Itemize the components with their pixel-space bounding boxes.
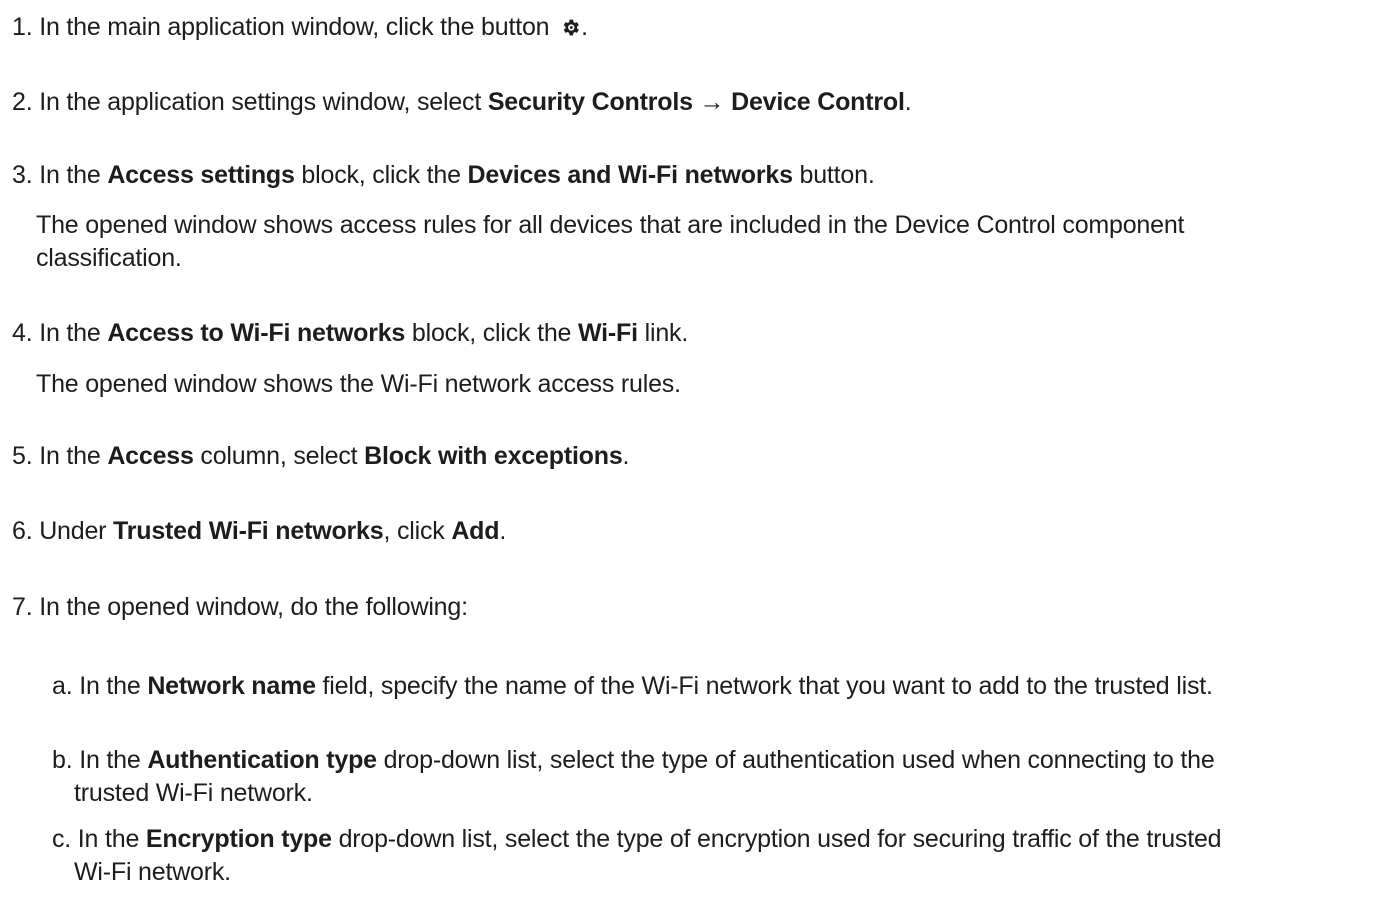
substep-text: In the xyxy=(79,672,148,700)
step-text: In the xyxy=(39,161,108,189)
substep-a: a. In the Network name field, specify th… xyxy=(52,669,1213,703)
step-text-end: . xyxy=(581,13,588,41)
substep-text: drop-down list, select the type of encry… xyxy=(331,825,1222,853)
substep-text: trusted Wi-Fi network. xyxy=(74,779,313,807)
step-text-end: link. xyxy=(637,319,689,347)
step-text: block, click the xyxy=(294,161,468,189)
step-2: 2. In the application settings window, s… xyxy=(12,85,912,119)
substep-b: b. In the Authentication type drop-down … xyxy=(52,743,1215,777)
step-text: , click xyxy=(383,517,452,545)
step-text-end: button. xyxy=(792,161,875,189)
note-text: The opened window shows the Wi-Fi networ… xyxy=(36,370,681,398)
step-text: column, select xyxy=(193,442,365,470)
substep-text: In the xyxy=(79,746,148,774)
substep-text: field, specify the name of the Wi-Fi net… xyxy=(315,672,1213,700)
step-4-note: The opened window shows the Wi-Fi networ… xyxy=(36,367,681,401)
block-name: Access to Wi-Fi networks xyxy=(107,319,406,347)
option-name: Block with exceptions xyxy=(364,442,623,470)
section-name: Trusted Wi-Fi networks xyxy=(113,517,384,545)
substep-c-cont: Wi-Fi network. xyxy=(74,855,231,889)
field-name: Authentication type xyxy=(147,746,377,774)
column-name: Access xyxy=(107,442,194,470)
step-text: In the application settings window, sele… xyxy=(39,88,488,116)
step-3-note-cont: classification. xyxy=(36,241,182,275)
step-text: block, click the xyxy=(405,319,578,347)
substep-text: Wi-Fi network. xyxy=(74,858,231,886)
substep-letter: a. xyxy=(52,672,73,700)
substep-letter: b. xyxy=(52,746,73,774)
substep-text: drop-down list, select the type of authe… xyxy=(376,746,1215,774)
note-text: classification. xyxy=(36,244,182,272)
step-number: 2. xyxy=(12,88,33,116)
step-5: 5. In the Access column, select Block wi… xyxy=(12,439,629,473)
menu-path: Security Controls → Device Control xyxy=(487,88,905,116)
step-number: 6. xyxy=(12,517,33,545)
link-name: Wi-Fi xyxy=(578,319,638,347)
step-6: 6. Under Trusted Wi-Fi networks, click A… xyxy=(12,514,506,548)
gear-icon xyxy=(560,17,581,38)
step-3-note: The opened window shows access rules for… xyxy=(36,208,1184,242)
step-number: 4. xyxy=(12,319,33,347)
step-number: 3. xyxy=(12,161,33,189)
note-text: The opened window shows access rules for… xyxy=(36,211,1185,239)
substep-b-cont: trusted Wi-Fi network. xyxy=(74,776,313,810)
step-text-end: . xyxy=(499,517,507,545)
step-1: 1. In the main application window, click… xyxy=(12,10,588,44)
step-text: In the xyxy=(39,319,108,347)
step-number: 1. xyxy=(12,13,33,41)
step-text: In the xyxy=(39,442,108,470)
button-name: Devices and Wi-Fi networks xyxy=(467,161,793,189)
button-name: Add xyxy=(451,517,500,545)
step-number: 7. xyxy=(12,593,33,621)
substep-letter: c. xyxy=(52,825,72,853)
instructions-document: 1. In the main application window, click… xyxy=(0,0,1396,910)
block-name: Access settings xyxy=(107,161,295,189)
field-name: Network name xyxy=(147,672,316,700)
substep-text: In the xyxy=(77,825,146,853)
step-text-end: . xyxy=(622,442,630,470)
step-text: Under xyxy=(39,517,114,545)
step-text: In the main application window, click th… xyxy=(39,13,550,41)
substep-c: c. In the Encryption type drop-down list… xyxy=(52,822,1222,856)
step-text: In the opened window, do the following: xyxy=(39,593,468,621)
field-name: Encryption type xyxy=(145,825,332,853)
step-3: 3. In the Access settings block, click t… xyxy=(12,158,875,192)
step-4: 4. In the Access to Wi-Fi networks block… xyxy=(12,316,688,350)
step-7: 7. In the opened window, do the followin… xyxy=(12,590,468,624)
step-number: 5. xyxy=(12,442,33,470)
step-text-end: . xyxy=(904,88,912,116)
